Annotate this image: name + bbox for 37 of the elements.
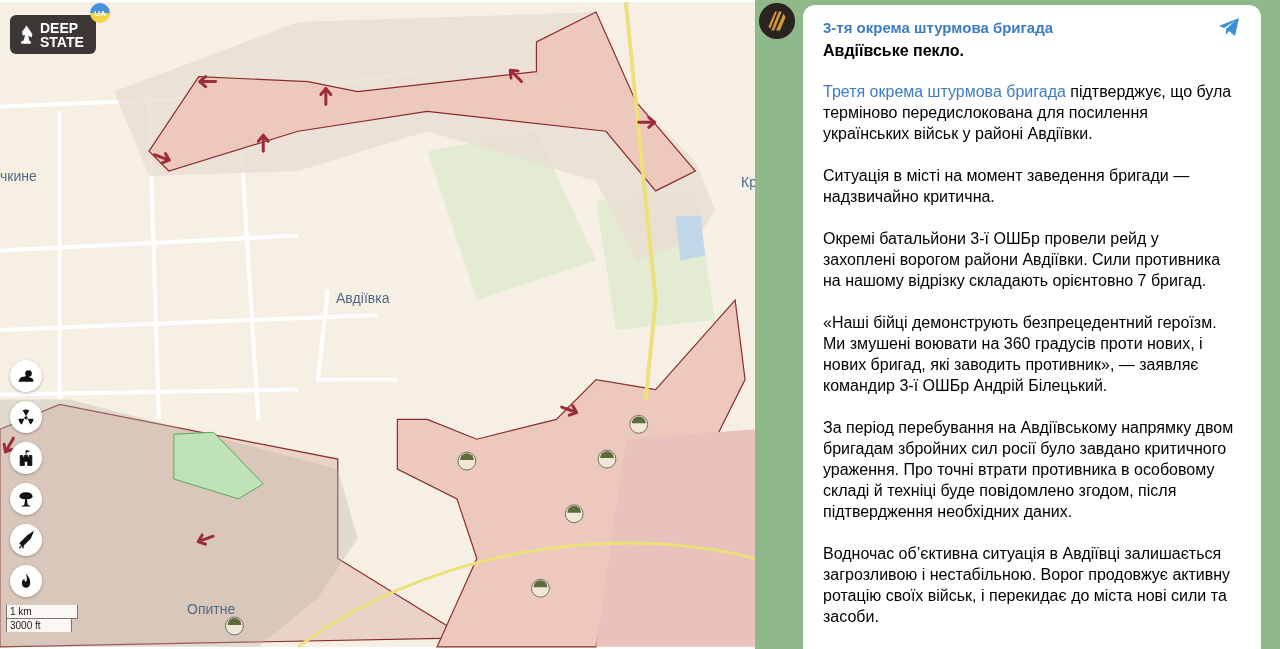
post-paragraph: Третя окрема штурмова бригада підтверджує, що була терміново передислокована для посилення українських військ у районі Авдіївки. bbox=[823, 82, 1233, 144]
post-paragraph: Окремі батальйони 3-ї ОШБр провели рейд у захоплені ворогом райони Авдіївки. Сили противника на нашому відрізку складають орієнтовно 7 бригад. bbox=[823, 229, 1222, 291]
post-title: Авдіївське пекло. bbox=[823, 42, 965, 60]
post-paragraph: Ситуація в місті на момент заведення бригади — надзвичайно критична. bbox=[823, 166, 1191, 207]
channel-link[interactable]: Третя окрема штурмова бригада bbox=[823, 83, 1066, 100]
post-paragraph: За період перебування на Авдіївському напрямку двом бригадам збройних сил росії було завдано критичного ураження. Про точні втрати противника в особовому складі й техніці буде повідомлено згодом, після підтвердження необхідних даних. bbox=[823, 418, 1235, 522]
chess-knight-icon bbox=[18, 23, 34, 46]
helmet-marker[interactable] bbox=[629, 415, 649, 434]
scale-bar: 1 km bbox=[6, 605, 78, 619]
helmet-marker[interactable] bbox=[225, 616, 244, 636]
helmet-marker[interactable] bbox=[564, 504, 584, 524]
helmet-marker[interactable] bbox=[597, 449, 617, 469]
attack-arrow bbox=[196, 533, 215, 546]
attack-arrow bbox=[319, 87, 333, 106]
helmet-marker[interactable] bbox=[531, 578, 550, 598]
channel-avatar[interactable] bbox=[758, 2, 796, 40]
attack-arrow bbox=[152, 151, 171, 165]
attack-arrow bbox=[508, 68, 523, 84]
attack-arrow bbox=[256, 133, 270, 153]
missile-icon bbox=[16, 530, 36, 550]
telegram-icon[interactable] bbox=[1217, 15, 1241, 39]
attack-arrow bbox=[637, 115, 657, 129]
place-label: Авдіївка bbox=[336, 290, 390, 306]
scale-bar: 3000 ft bbox=[6, 619, 72, 632]
helmet-marker[interactable] bbox=[457, 451, 477, 471]
attack-arrow bbox=[560, 404, 579, 417]
post-paragraph: «Наші бійці демонструють безпрецедентний героїзм. Ми змушені воювати на 360 градусів проти нових, і нових бригад, які заводить противник», — заявляє командир 3-ї ОШБр Андрій Білецький. bbox=[823, 313, 1218, 396]
place-label: чкине bbox=[0, 168, 37, 184]
lake bbox=[675, 215, 706, 261]
post-paragraph: Водночас об’єктивна ситуація в Авдіївці залишається загрозливою і нестабільною. Ворог продовжує активну ротацію своїх військ, і перекидає до міста нові сили та засоби. bbox=[823, 544, 1232, 627]
deep-state-logo[interactable]: DEEP STATE bbox=[10, 15, 96, 54]
place-label: Опитне bbox=[187, 601, 236, 617]
logo-text: DEEP STATE bbox=[40, 20, 85, 49]
channel-name[interactable]: 3-тя окрема штурмова бригада bbox=[823, 18, 1054, 36]
attack-arrow bbox=[2, 436, 15, 454]
radiation-icon bbox=[16, 407, 36, 427]
attack-arrow bbox=[198, 75, 218, 89]
